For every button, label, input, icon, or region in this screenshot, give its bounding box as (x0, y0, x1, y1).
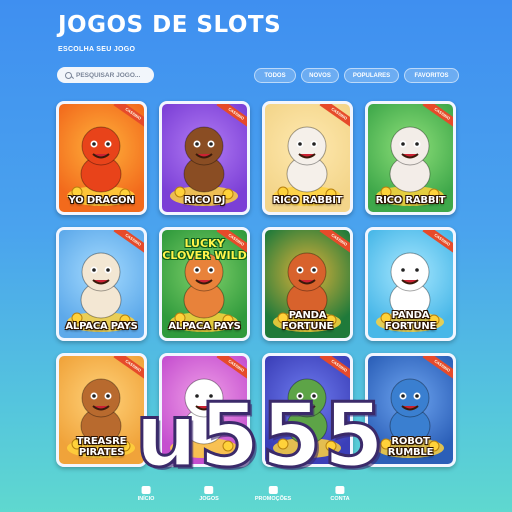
filter-todos[interactable]: TODOS (254, 68, 296, 83)
game-card[interactable]: CASSINO TREASRE PIRATES (56, 353, 147, 467)
game-title: RICO RABBIT (272, 195, 343, 206)
game-card[interactable]: CASSINO PANDA FORTUNE (262, 227, 353, 341)
page-title: JOGOS DE SLOTS (58, 12, 282, 38)
game-title: RICO RABBIT (375, 195, 446, 206)
game-card[interactable]: CASSINO ALPACA PAYS (56, 227, 147, 341)
game-title: ALPACA PAYS (168, 321, 241, 332)
nav-label: CONTA (330, 496, 350, 502)
page-header: JOGOS DE SLOTS ESCOLHA SEU JOGO (58, 12, 281, 53)
search-placeholder: PESQUISAR JOGO... (76, 71, 141, 79)
gift-icon (268, 486, 278, 494)
search-icon (65, 71, 72, 79)
game-card[interactable]: CASSINO RICO RABBIT (262, 101, 353, 215)
game-title: PANDA FORTUNE (281, 310, 334, 332)
game-title: PANDA FORTUNE (384, 310, 437, 332)
filter-favoritos[interactable]: FAVORITOS (404, 68, 459, 83)
nav-label: JOGOS (199, 496, 219, 502)
gamepad-icon (204, 486, 214, 494)
nav-label: PROMOÇÕES (254, 496, 292, 502)
page-subtitle: ESCOLHA SEU JOGO (58, 46, 136, 53)
home-icon (141, 486, 151, 494)
nav-label: INÍCIO (137, 496, 155, 502)
game-card[interactable]: LUCKY CLOVER WILD CASSINO ALPACA PAYS (159, 227, 250, 341)
game-card[interactable]: CASSINO RICO RABBIT (365, 101, 456, 215)
nav-conta[interactable]: CONTA (330, 486, 350, 502)
filter-populares[interactable]: POPULARES (344, 68, 399, 83)
game-card[interactable]: CASSINO PANDA FORTUNE (365, 227, 456, 341)
filter-bar: TODOS NOVOS POPULARES FAVORITOS (254, 68, 459, 83)
game-card[interactable]: CASSINO RICO DJ (159, 101, 250, 215)
watermark-text: u555 (133, 384, 386, 487)
game-title: TREASRE PIRATES (76, 436, 127, 458)
game-card[interactable]: CASSINO YO DRAGON (56, 101, 147, 215)
user-icon (335, 486, 345, 494)
nav-promocoes[interactable]: PROMOÇÕES (255, 486, 291, 502)
game-title: YO DRAGON (68, 195, 135, 206)
game-title: ALPACA PAYS (65, 321, 138, 332)
search-input[interactable]: PESQUISAR JOGO... (57, 67, 154, 83)
nav-jogos[interactable]: JOGOS (199, 486, 219, 502)
game-title: RICO DJ (183, 195, 226, 206)
nav-inicio[interactable]: INÍCIO (137, 486, 155, 502)
filter-novos[interactable]: NOVOS (301, 68, 339, 83)
